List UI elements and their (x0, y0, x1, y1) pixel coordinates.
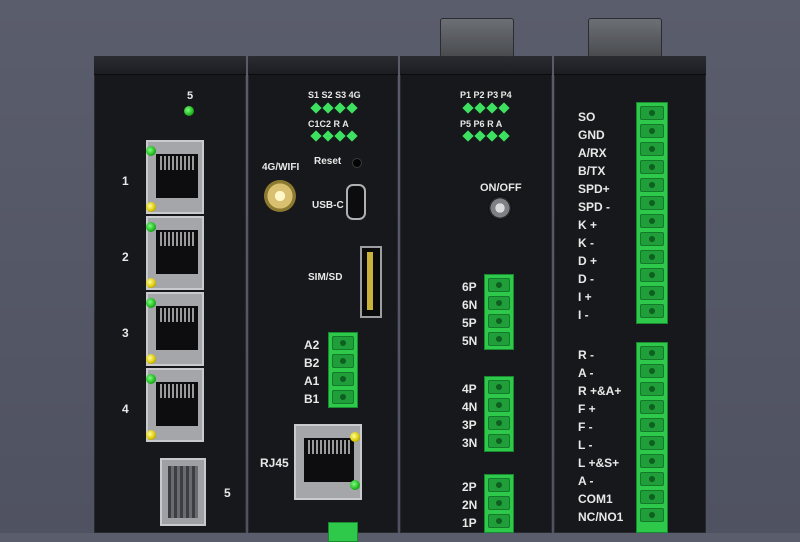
terminal-block-group1[interactable] (484, 274, 514, 350)
bottom-terminal-block[interactable] (328, 522, 358, 542)
terminal-block-group2[interactable] (636, 342, 668, 533)
terminal-label-b1: B1 (304, 392, 320, 406)
port-3-label: 3 (122, 326, 129, 340)
terminal-label-6p: 6P (462, 280, 477, 294)
io-led-labels-row2: P5 P6 R A (460, 119, 503, 129)
usb-c-port[interactable] (346, 184, 366, 220)
terminal-label-3p: 3P (462, 418, 477, 432)
sim-sd-slot[interactable] (360, 246, 382, 318)
io-led-labels-row1: P1 P2 P3 P4 (460, 90, 512, 100)
port-5-led-label: 5 (187, 90, 194, 102)
terminal-label-4p: 4P (462, 382, 477, 396)
rj45-label: RJ45 (260, 456, 289, 470)
terminal-block-group2[interactable] (484, 376, 514, 452)
terminal-module: SO GND A/RX B/TX SPD+ SPD - K + K - D + … (554, 56, 706, 533)
reset-button[interactable] (352, 158, 362, 168)
terminal-label-a2: A2 (304, 338, 320, 352)
port-4-label: 4 (122, 402, 129, 416)
terminal-label-a1: A1 (304, 374, 320, 388)
port-3-activity-led (146, 354, 156, 364)
rj45-yellow-led (350, 432, 360, 442)
onoff-label: ON/OFF (480, 182, 522, 194)
terminal-label-6n: 6N (462, 298, 478, 312)
port-1-link-led (146, 146, 156, 156)
rj45-green-led (350, 480, 360, 490)
terminal-label-5n: 5N (462, 334, 478, 348)
usb-c-label: USB-C (312, 200, 344, 211)
rs485-terminal-block[interactable] (328, 332, 358, 408)
terminal-label-3n: 3N (462, 436, 478, 450)
port-4-activity-led (146, 430, 156, 440)
antenna-label: 4G/WIFI (262, 162, 300, 173)
io-module: P1 P2 P3 P4 P5 P6 R A ON/OFF 6P 6N 5P 5N… (400, 56, 552, 533)
terminal-label-4n: 4N (462, 400, 478, 414)
port-4-link-led (146, 374, 156, 384)
port-1-label: 1 (122, 174, 129, 188)
terminal-label-b2: B2 (304, 356, 320, 370)
controller-module: S1 S2 S3 4G C1C2 R A 4G/WIFI Reset USB-C… (248, 56, 398, 542)
port-2-label: 2 (122, 250, 129, 264)
terminal-label-5p: 5P (462, 316, 477, 330)
status-led-labels-row2: C1C2 R A (308, 119, 349, 129)
ethernet-switch-module: 5 1 2 3 4 5 (94, 56, 246, 533)
port-3-link-led (146, 298, 156, 308)
terminal-block-group1[interactable] (636, 102, 668, 324)
sfp-port-5[interactable] (160, 458, 206, 526)
antenna-connector[interactable] (264, 180, 296, 212)
terminal-block-group3[interactable] (484, 474, 514, 533)
sfp-port-5-label: 5 (224, 486, 231, 500)
sim-sd-label: SIM/SD (308, 272, 343, 283)
port-2-activity-led (146, 278, 156, 288)
terminal-label-2n: 2N (462, 498, 478, 512)
port-5-indicator-led (184, 106, 194, 116)
onoff-button[interactable] (488, 196, 512, 220)
reset-label: Reset (314, 156, 342, 167)
port-1-activity-led (146, 202, 156, 212)
port-2-link-led (146, 222, 156, 232)
terminal-label-2p: 2P (462, 480, 477, 494)
terminal-label-1p: 1P (462, 516, 477, 530)
status-led-labels-row1: S1 S2 S3 4G (308, 90, 361, 100)
